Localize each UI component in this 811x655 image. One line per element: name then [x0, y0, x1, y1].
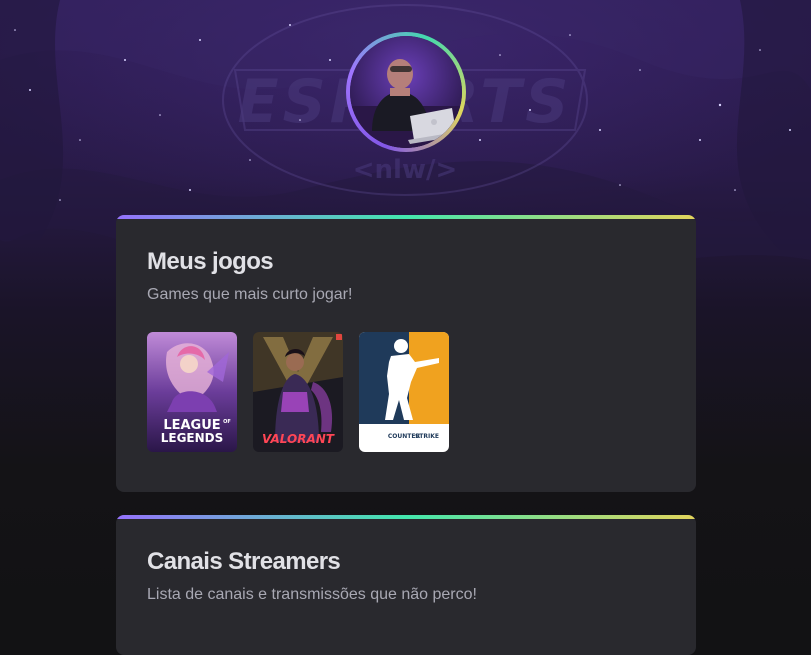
game-title: VALORANT [262, 432, 335, 446]
profile-avatar-ring [346, 32, 466, 152]
section-title: Meus jogos [147, 248, 274, 275]
game-card-counter-strike[interactable]: COUNTER STRIKE [359, 332, 449, 452]
logo-subtext: <nlw/> [353, 155, 458, 185]
game-card-league-of-legends[interactable]: LEAGUE OF LEGENDS [147, 332, 237, 452]
games-section: Meus jogos Games que mais curto jogar! L… [116, 215, 696, 492]
section-subtitle: Lista de canais e transmissões que não p… [147, 586, 477, 603]
game-card-valorant[interactable]: VALORANT [253, 332, 343, 452]
game-title-of: OF [223, 419, 231, 425]
section-title: Canais Streamers [147, 548, 341, 575]
game-title-line2: LEGENDS [161, 431, 224, 445]
avatar [350, 36, 462, 148]
games-list: LEAGUE OF LEGENDS VALORANT COUNTER STRIK… [147, 332, 449, 452]
streamers-section: Canais Streamers Lista de canais e trans… [116, 515, 696, 655]
section-subtitle: Games que mais curto jogar! [147, 286, 353, 303]
game-title-line2: STRIKE [415, 433, 439, 440]
